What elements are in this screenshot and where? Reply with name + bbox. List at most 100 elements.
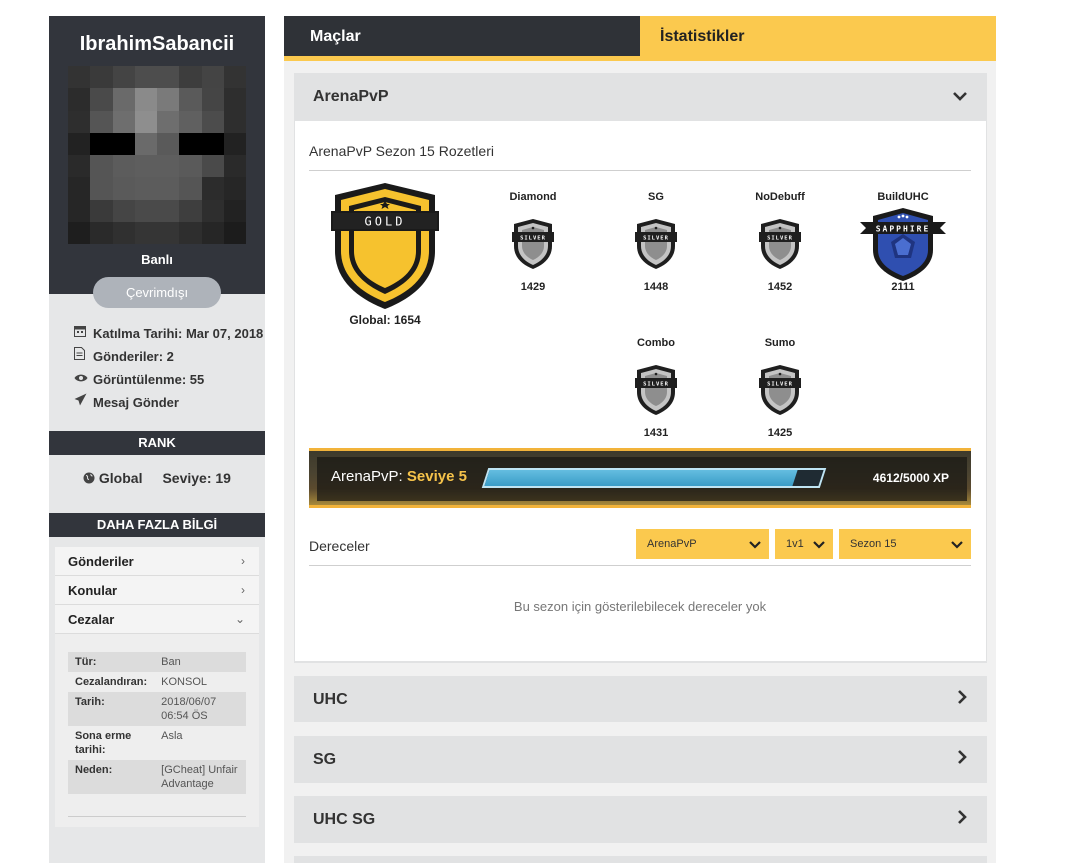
section-header-uhc-sg[interactable]: UHC SG	[294, 796, 987, 843]
mode-score: 1452	[767, 281, 793, 293]
profile-info: Katılma Tarihi: Mar 07, 2018 Gönderiler:…	[49, 294, 265, 414]
table-row: Tarih: 2018/06/07 06:54 ÖS	[68, 692, 246, 726]
menu-item-penalties[interactable]: Cezalar ⌄	[55, 605, 259, 634]
mode-score: 1431	[643, 427, 669, 439]
table-row: Tür: Ban	[68, 652, 246, 672]
section-header-sg[interactable]: SG	[294, 736, 987, 783]
ratings-header: Dereceler ArenaPvP 1v1 Sezon 15	[309, 529, 971, 566]
post-count: Gönderiler: 2	[74, 345, 265, 368]
rank-row: Global Seviye: 19	[49, 455, 265, 501]
section-sg: SG	[294, 736, 987, 783]
global-gold-badge: GOLD	[331, 181, 439, 311]
svg-text:SILVER: SILVER	[767, 236, 793, 242]
table-row: Sona erme tarihi: Asla	[75, 730, 183, 756]
mode-badge-nodebuff: NoDebuff SILVER 1452	[735, 191, 825, 293]
chevron-down-icon	[951, 536, 963, 552]
chevron-down-icon	[953, 88, 967, 106]
penalty-details: Tür: Ban Cezalandıran: KONSOL Tarih: 2018/0…	[55, 634, 259, 827]
type-select[interactable]: 1v1	[775, 529, 833, 559]
section-header-uhc[interactable]: UHC	[294, 676, 987, 723]
mode-name: NoDebuff	[755, 191, 805, 203]
empty-ratings-message: Bu sezon için gösterilebilecek dereceler…	[513, 599, 767, 614]
divider	[68, 816, 246, 817]
svg-text:SILVER: SILVER	[767, 382, 793, 388]
rank-header: RANK	[49, 431, 265, 455]
section-next	[294, 856, 987, 863]
section-uhc: UHC	[294, 676, 987, 722]
mode-badge-builduhc: BuildUHC SAPPHIRE 2111	[858, 191, 948, 293]
mode-name: Sumo	[764, 337, 796, 349]
chevron-right-icon: ›	[241, 583, 245, 597]
tab-bar: Maçlar İstatistikler	[284, 16, 996, 56]
xp-progress-fill	[484, 470, 798, 486]
silver-badge-icon: SILVER	[735, 359, 825, 421]
tab-underline	[284, 56, 996, 61]
profile-header: IbrahimSabancii Banlı Çevrimdışı	[49, 16, 265, 308]
season-select[interactable]: Sezon 15	[839, 529, 971, 559]
chevron-down-icon	[749, 536, 761, 552]
section-arenapvp: ArenaPvP ArenaPvP Sezon 15 Rozetleri GOL…	[294, 73, 987, 663]
mode-score: 1448	[643, 281, 669, 293]
mode-name: Combo	[637, 337, 675, 349]
send-message-link[interactable]: Mesaj Gönder	[74, 391, 265, 414]
svg-text:SAPPHIRE: SAPPHIRE	[876, 225, 931, 234]
joined-date: Katılma Tarihi: Mar 07, 2018	[74, 322, 265, 345]
menu-item-posts[interactable]: Gönderiler ›	[55, 547, 259, 576]
global-rating: Global: 1654	[349, 313, 421, 327]
svg-text:SILVER: SILVER	[643, 236, 669, 242]
section-uhc-sg: UHC SG	[294, 796, 987, 843]
mode-badge-sumo: Sumo SILVER 1425	[735, 337, 825, 439]
stats-panel: Maçlar İstatistikler ArenaPvP ArenaPvP S…	[284, 16, 996, 863]
penalty-table: Tür: Ban Cezalandıran: KONSOL Tarih: 2018/0…	[68, 652, 246, 794]
menu-item-threads[interactable]: Konular ›	[55, 576, 259, 605]
more-info-header: DAHA FAZLA BİLGİ	[49, 513, 265, 537]
chevron-right-icon	[958, 690, 967, 709]
avatar	[68, 66, 246, 244]
xp-progress-bar	[481, 468, 827, 488]
chevron-down-icon: ⌄	[234, 612, 245, 626]
xp-level-label: ArenaPvP: Seviye 5	[331, 468, 467, 485]
section-header-arenapvp[interactable]: ArenaPvP	[294, 73, 987, 120]
chevron-down-icon	[813, 536, 825, 552]
table-row: Neden: [GCheat] Unfair Advantage	[68, 760, 246, 794]
rank-level: Seviye: 19	[162, 470, 231, 486]
sapphire-badge-icon: SAPPHIRE	[858, 208, 948, 281]
xp-value: 4612/5000 XP	[872, 471, 949, 485]
profile-sidebar: IbrahimSabancii Banlı Çevrimdışı Katılma…	[49, 16, 265, 863]
svg-text:SILVER: SILVER	[520, 236, 546, 242]
mode-name: SG	[648, 191, 664, 203]
tab-statistics[interactable]: İstatistikler	[640, 16, 996, 56]
mode-badge-sg: SG SILVER 1448	[611, 191, 701, 293]
mode-score: 1425	[767, 427, 793, 439]
mode-badge-combo: Combo SILVER 1431	[611, 337, 701, 439]
svg-text:SILVER: SILVER	[643, 382, 669, 388]
eye-icon	[74, 368, 93, 391]
ratings-title: Dereceler	[309, 538, 370, 554]
silver-badge-icon: SILVER	[735, 213, 825, 275]
silver-badge-icon: SILVER	[611, 359, 701, 421]
ban-status: Banlı	[141, 252, 173, 267]
global-rank: Global	[83, 470, 142, 486]
mode-name: Diamond	[509, 191, 557, 203]
username: IbrahimSabancii	[79, 33, 235, 55]
online-status-badge: Çevrimdışı	[93, 277, 221, 308]
mode-badge-diamond: Diamond SILVER 1429	[488, 191, 578, 293]
mode-select[interactable]: ArenaPvP	[636, 529, 769, 559]
globe-icon	[83, 470, 99, 486]
tab-matches[interactable]: Maçlar	[284, 16, 640, 56]
more-info-menu: Gönderiler › Konular › Cezalar ⌄	[55, 547, 259, 634]
table-row: Cezalandıran: KONSOL	[75, 676, 207, 688]
chevron-right-icon	[958, 810, 967, 829]
arenapvp-body: ArenaPvP Sezon 15 Rozetleri GOLD Global:…	[295, 121, 986, 661]
xp-banner: ArenaPvP: Seviye 5 4612/5000 XP	[309, 448, 971, 508]
silver-badge-icon: SILVER	[488, 213, 578, 275]
season-badges-title: ArenaPvP Sezon 15 Rozetleri	[309, 143, 971, 171]
paper-plane-icon	[74, 391, 93, 414]
page: IbrahimSabancii Banlı Çevrimdışı Katılma…	[0, 0, 1085, 863]
silver-badge-icon: SILVER	[611, 213, 701, 275]
document-icon	[74, 345, 93, 368]
view-count: Görüntülenme: 55	[74, 368, 265, 391]
chevron-right-icon	[958, 750, 967, 769]
calendar-icon	[74, 322, 93, 345]
mode-score: 1429	[520, 281, 546, 293]
